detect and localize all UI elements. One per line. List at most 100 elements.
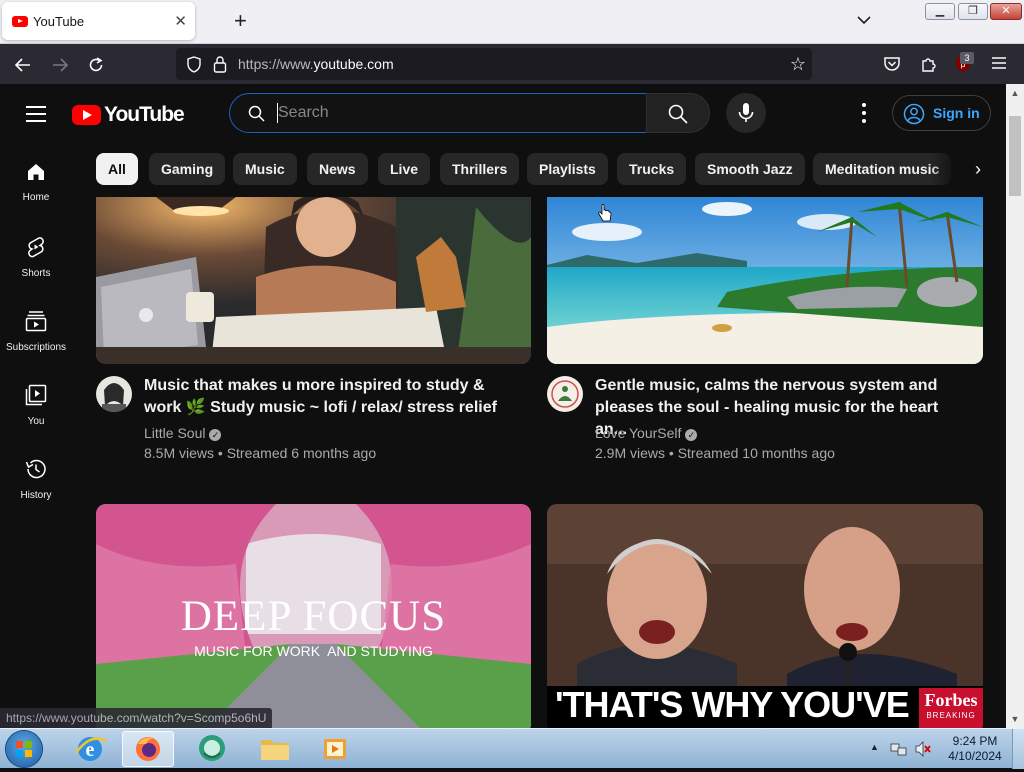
guide-item-home[interactable]: Home xyxy=(0,162,72,222)
bookmark-star-icon[interactable]: ☆ xyxy=(790,54,806,75)
chip-live[interactable]: Live xyxy=(378,153,431,185)
scroll-up-arrow-icon[interactable]: ▲ xyxy=(1006,88,1024,98)
tracking-shield-icon[interactable] xyxy=(186,56,202,73)
settings-more-icon[interactable] xyxy=(857,103,871,123)
channel-avatar[interactable] xyxy=(547,376,583,412)
close-window-button[interactable]: ✕ xyxy=(990,3,1022,20)
guide-label: Shorts xyxy=(21,268,51,279)
voice-search-button[interactable] xyxy=(726,93,766,133)
show-hidden-icons-icon[interactable]: ▲ xyxy=(870,742,879,752)
chip-music[interactable]: Music xyxy=(233,153,297,185)
list-all-tabs-icon[interactable] xyxy=(856,12,872,28)
history-icon xyxy=(25,459,46,479)
taskbar-chat-app[interactable] xyxy=(186,731,238,767)
new-tab-button[interactable]: + xyxy=(234,8,247,34)
network-icon[interactable] xyxy=(890,740,908,758)
logo-wordmark: YouTube xyxy=(104,103,185,126)
scroll-down-arrow-icon[interactable]: ▼ xyxy=(1006,714,1024,724)
browser-nav-bar: https://www.youtube.com ☆ μ xyxy=(0,44,1024,84)
firefox-icon xyxy=(136,737,160,761)
lock-icon[interactable] xyxy=(213,55,227,73)
minimize-button[interactable]: ▁ xyxy=(925,3,955,20)
verified-badge-icon: ✓ xyxy=(685,429,698,441)
internet-explorer-icon: e xyxy=(74,737,107,761)
guide-label: Home xyxy=(22,192,50,203)
url-text: https://www.youtube.com xyxy=(238,56,394,72)
forbes-breaking-text: BREAKING xyxy=(926,711,976,720)
taskbar-firefox[interactable] xyxy=(122,731,174,767)
folder-icon xyxy=(261,740,289,760)
browser-tab-bar: YouTube ✕ + ▁ ❐ ✕ xyxy=(0,0,1024,44)
system-clock[interactable]: 9:24 PM 4/10/2024 xyxy=(940,734,1010,764)
channel-avatar[interactable] xyxy=(96,376,132,412)
app-menu-hamburger-icon[interactable] xyxy=(992,57,1006,69)
video-thumbnail[interactable] xyxy=(96,197,531,364)
guide-label: Subscriptions xyxy=(5,342,67,353)
chip-all[interactable]: All xyxy=(96,153,138,185)
video-title[interactable]: Music that makes u more inspired to stud… xyxy=(144,375,514,419)
search-icon xyxy=(248,105,265,122)
video-thumbnail[interactable]: DEEP FOCUS MUSIC FOR WORK AND STUDYING xyxy=(96,504,531,728)
thumbnail-caption: 'THAT'S WHY YOU'VE xyxy=(555,684,910,725)
show-desktop-button[interactable] xyxy=(1012,729,1024,769)
microphone-icon xyxy=(738,103,754,122)
extension-badge-count: 3 xyxy=(960,52,974,64)
extensions-puzzle-icon[interactable] xyxy=(920,55,938,73)
guide-item-history[interactable]: History xyxy=(0,458,72,518)
shorts-icon xyxy=(28,237,44,258)
chip-thrillers[interactable]: Thrillers xyxy=(440,153,520,185)
pocket-icon[interactable] xyxy=(883,56,901,72)
forbes-logo-text: Forbes xyxy=(924,690,978,710)
chip-trucks[interactable]: Trucks xyxy=(617,153,687,185)
taskbar-internet-explorer[interactable]: e xyxy=(64,731,116,767)
reload-icon xyxy=(89,57,103,72)
browser-tab-youtube[interactable]: YouTube ✕ xyxy=(2,2,195,40)
address-bar[interactable]: https://www.youtube.com ☆ xyxy=(176,48,812,80)
account-circle-icon xyxy=(903,103,925,125)
guide-label: History xyxy=(20,490,52,501)
video-meta: 2.9M views • Streamed 10 months ago xyxy=(595,445,835,461)
chips-next-arrow-icon[interactable]: › xyxy=(960,153,996,185)
chip-news[interactable]: News xyxy=(307,153,368,185)
back-button[interactable] xyxy=(12,54,34,76)
channel-name[interactable]: Little Soul ✓ xyxy=(144,425,222,441)
you-library-icon xyxy=(25,384,47,406)
guide-item-shorts[interactable]: Shorts xyxy=(0,236,72,296)
taskbar-media-player[interactable] xyxy=(309,731,361,767)
thumbnail-title: DEEP FOCUS xyxy=(180,593,447,640)
restore-button[interactable]: ❐ xyxy=(958,3,988,20)
windows-taskbar: e ▲ 9:24 PM 4/10/2024 xyxy=(0,728,1024,769)
thumbnail-subtitle: MUSIC FOR WORK AND STUDYING xyxy=(194,643,433,659)
guide-menu-button[interactable] xyxy=(26,106,46,122)
search-box[interactable] xyxy=(229,93,647,133)
chip-smooth-jazz[interactable]: Smooth Jazz xyxy=(695,153,805,185)
chip-fade xyxy=(930,153,960,185)
chip-playlists[interactable]: Playlists xyxy=(527,153,608,185)
link-status-bar: https://www.youtube.com/watch?v=Scomp5o6… xyxy=(0,708,273,728)
youtube-play-logo-icon xyxy=(72,105,101,125)
forward-button[interactable] xyxy=(49,54,71,76)
media-player-icon xyxy=(324,739,346,759)
home-icon xyxy=(28,164,44,180)
start-button[interactable] xyxy=(6,731,42,767)
love-yourself-avatar-image xyxy=(547,376,583,412)
reload-button[interactable] xyxy=(85,54,107,76)
forbes-badge: Forbes BREAKING xyxy=(919,688,983,728)
youtube-favicon-icon xyxy=(12,16,28,27)
taskbar-file-explorer[interactable] xyxy=(249,731,301,767)
video-thumbnail[interactable]: 'THAT'S WHY YOU'VE Forbes BREAKING xyxy=(547,504,983,728)
volume-muted-icon[interactable] xyxy=(914,740,932,758)
scrollbar-thumb[interactable] xyxy=(1009,116,1021,196)
guide-item-subscriptions[interactable]: Subscriptions xyxy=(0,310,72,370)
video-meta: 8.5M views • Streamed 6 months ago xyxy=(144,445,377,461)
page-scrollbar[interactable]: ▲ ▼ xyxy=(1006,84,1024,728)
search-input[interactable] xyxy=(278,100,638,126)
clock-time: 9:24 PM xyxy=(952,734,998,748)
tab-close-icon[interactable]: ✕ xyxy=(174,12,187,30)
sign-in-button[interactable]: Sign in xyxy=(892,95,991,131)
search-button[interactable] xyxy=(646,93,710,133)
chat-bubble-app-icon xyxy=(199,735,225,761)
channel-name[interactable]: Love YourSelf ✓ xyxy=(595,425,698,441)
chip-gaming[interactable]: Gaming xyxy=(149,153,226,185)
guide-item-you[interactable]: You xyxy=(0,384,72,444)
